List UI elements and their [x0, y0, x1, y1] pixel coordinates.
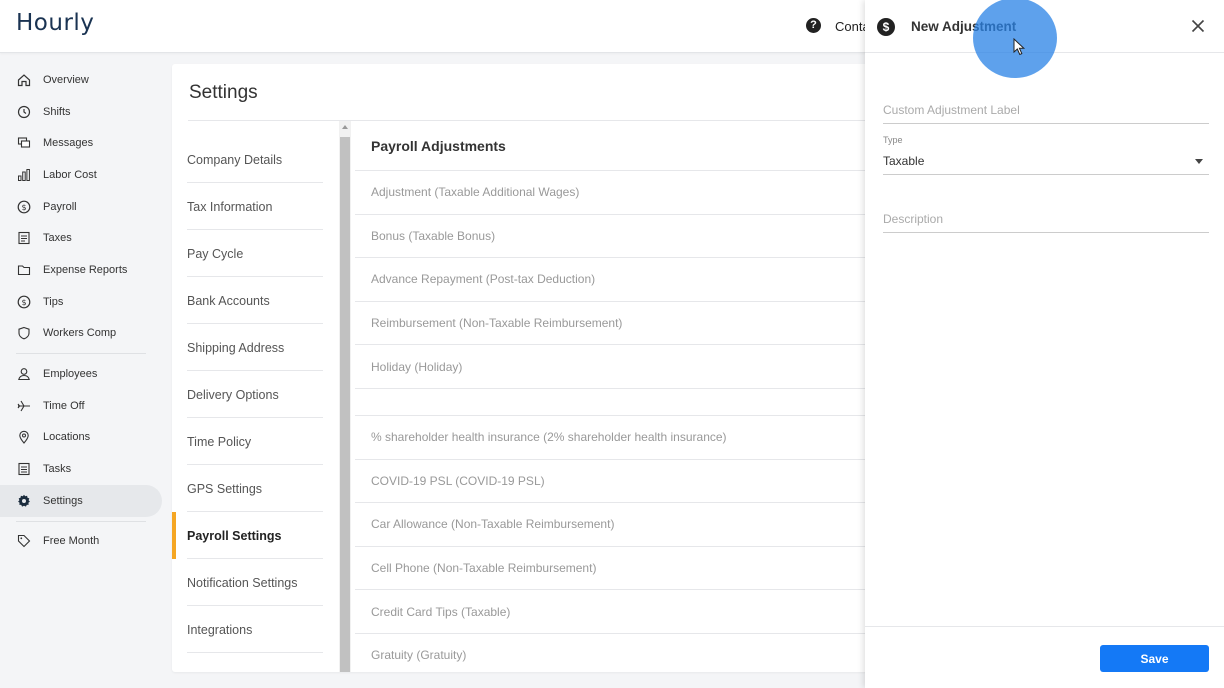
- sidebar-item-label: Shifts: [43, 105, 71, 118]
- scroll-up-arrow-icon[interactable]: [342, 125, 348, 129]
- adjustment-row[interactable]: Gratuity (Gratuity): [355, 634, 872, 672]
- new-adjustment-panel: $ New Adjustment Type Taxable Save: [865, 0, 1224, 688]
- sidebar-item-label: Time Off: [43, 399, 85, 412]
- sidebar-item-label: Employees: [43, 368, 98, 381]
- sidebar-item-label: Workers Comp: [43, 327, 117, 340]
- type-select[interactable]: Taxable: [883, 154, 1209, 175]
- adjustment-row[interactable]: Cell Phone (Non-Taxable Reimbursement): [355, 547, 872, 591]
- sidebar-item-expense-reports[interactable]: Expense Reports: [0, 254, 170, 286]
- section-title: Payroll Adjustments: [355, 121, 872, 171]
- sidebar-divider: [16, 520, 146, 522]
- sidebar-item-label: Labor Cost: [43, 168, 97, 181]
- app-logo[interactable]: Hourly: [16, 10, 94, 36]
- subnav-item-bank-accounts[interactable]: Bank Accounts: [172, 277, 338, 324]
- scroll-thumb[interactable]: [340, 137, 350, 672]
- sidebar-item-shifts[interactable]: Shifts: [0, 96, 170, 128]
- type-select-value: Taxable: [883, 154, 925, 168]
- location-pin-icon: [16, 429, 32, 445]
- settings-card: Settings Company Details Tax Information…: [172, 64, 872, 672]
- person-icon: [16, 366, 32, 382]
- sidebar-item-tips[interactable]: $ Tips: [0, 286, 170, 318]
- close-icon[interactable]: [1188, 16, 1208, 36]
- subnav-item-time-policy[interactable]: Time Policy: [172, 418, 338, 465]
- subnav-item-delivery-options[interactable]: Delivery Options: [172, 371, 338, 418]
- sidebar-item-label: Settings: [43, 494, 83, 507]
- bar-chart-icon: [16, 167, 32, 183]
- sidebar-nav: Overview Shifts Messages Labor Cost $ Pa…: [0, 64, 170, 557]
- subnav-scrollbar[interactable]: [339, 121, 351, 672]
- sidebar-item-label: Tips: [43, 295, 64, 308]
- clock-icon: [16, 104, 32, 120]
- dollar-circle-icon: $: [16, 294, 32, 310]
- sidebar-item-messages[interactable]: Messages: [0, 127, 170, 159]
- dollar-circle-icon: $: [16, 199, 32, 215]
- adjustment-row[interactable]: % shareholder health insurance (2% share…: [355, 416, 872, 460]
- sidebar-item-locations[interactable]: Locations: [0, 422, 170, 454]
- subnav-item-payroll-settings[interactable]: Payroll Settings: [172, 512, 338, 559]
- svg-text:$: $: [21, 203, 26, 212]
- question-circle-icon[interactable]: ?: [806, 18, 821, 33]
- subnav-item-pay-cycle[interactable]: Pay Cycle: [172, 230, 338, 277]
- sidebar-item-label: Free Month: [43, 535, 100, 548]
- sidebar-item-tasks[interactable]: Tasks: [0, 453, 170, 485]
- sidebar-item-label: Overview: [43, 73, 89, 86]
- document-icon: [16, 230, 32, 246]
- page-title: Settings: [189, 82, 258, 103]
- subnav-item-shipping-address[interactable]: Shipping Address: [172, 324, 338, 371]
- adjustment-row[interactable]: Adjustment (Taxable Additional Wages): [355, 171, 872, 215]
- custom-label-input[interactable]: [883, 103, 1209, 123]
- sidebar-item-label: Payroll: [43, 200, 77, 213]
- adjustment-row[interactable]: Car Allowance (Non-Taxable Reimbursement…: [355, 503, 872, 547]
- gear-icon: [16, 493, 32, 509]
- sidebar-item-free-month[interactable]: Free Month: [0, 526, 170, 558]
- subnav-item-integrations[interactable]: Integrations: [172, 606, 338, 653]
- payroll-adjustments-list: Payroll Adjustments Adjustment (Taxable …: [355, 121, 872, 672]
- sidebar-item-label: Taxes: [43, 232, 72, 245]
- subnav-item-gps-settings[interactable]: GPS Settings: [172, 465, 338, 512]
- list-icon: [16, 461, 32, 477]
- dollar-circle-icon: $: [877, 18, 895, 36]
- home-icon: [16, 72, 32, 88]
- description-field: [883, 210, 1209, 233]
- custom-label-field: [883, 101, 1209, 124]
- caret-down-icon: [1195, 159, 1203, 164]
- adjustment-row[interactable]: Credit Card Tips (Taxable): [355, 590, 872, 634]
- shield-icon: [16, 325, 32, 341]
- mouse-pointer-icon: [1013, 37, 1027, 56]
- subnav-item-company-details[interactable]: Company Details: [172, 136, 338, 183]
- subnav-item-tax-information[interactable]: Tax Information: [172, 183, 338, 230]
- svg-text:$: $: [21, 298, 26, 307]
- sidebar-item-label: Expense Reports: [43, 263, 128, 276]
- adjustment-row[interactable]: Bonus (Taxable Bonus): [355, 215, 872, 259]
- sidebar-item-workers-comp[interactable]: Workers Comp: [0, 318, 170, 350]
- sidebar-item-overview[interactable]: Overview: [0, 64, 170, 96]
- sidebar-item-settings[interactable]: Settings: [0, 484, 162, 517]
- description-input[interactable]: [883, 212, 1209, 232]
- save-button[interactable]: Save: [1100, 645, 1209, 672]
- chat-icon: [16, 135, 32, 151]
- sidebar-item-label: Locations: [43, 431, 91, 444]
- sidebar-item-label: Tasks: [43, 463, 72, 476]
- panel-footer-divider: [865, 626, 1224, 627]
- adjustment-row[interactable]: Holiday (Holiday): [355, 345, 872, 389]
- adjustment-row[interactable]: [355, 389, 872, 416]
- sidebar-item-payroll[interactable]: $ Payroll: [0, 191, 170, 223]
- sidebar-divider: [16, 353, 146, 355]
- adjustment-row[interactable]: Reimbursement (Non-Taxable Reimbursement…: [355, 302, 872, 346]
- adjustment-row[interactable]: Advance Repayment (Post-tax Deduction): [355, 258, 872, 302]
- sidebar-item-time-off[interactable]: Time Off: [0, 390, 170, 422]
- tag-icon: [16, 533, 32, 549]
- sidebar-item-taxes[interactable]: Taxes: [0, 222, 170, 254]
- adjustment-row[interactable]: COVID-19 PSL (COVID-19 PSL): [355, 460, 872, 504]
- sidebar-item-label: Messages: [43, 137, 94, 150]
- plane-icon: [16, 398, 32, 414]
- settings-subnav: Company Details Tax Information Pay Cycl…: [172, 136, 338, 653]
- type-label: Type: [883, 135, 903, 145]
- sidebar-item-employees[interactable]: Employees: [0, 358, 170, 390]
- subnav-item-notification-settings[interactable]: Notification Settings: [172, 559, 338, 606]
- folder-icon: [16, 262, 32, 278]
- sidebar-item-labor-cost[interactable]: Labor Cost: [0, 159, 170, 191]
